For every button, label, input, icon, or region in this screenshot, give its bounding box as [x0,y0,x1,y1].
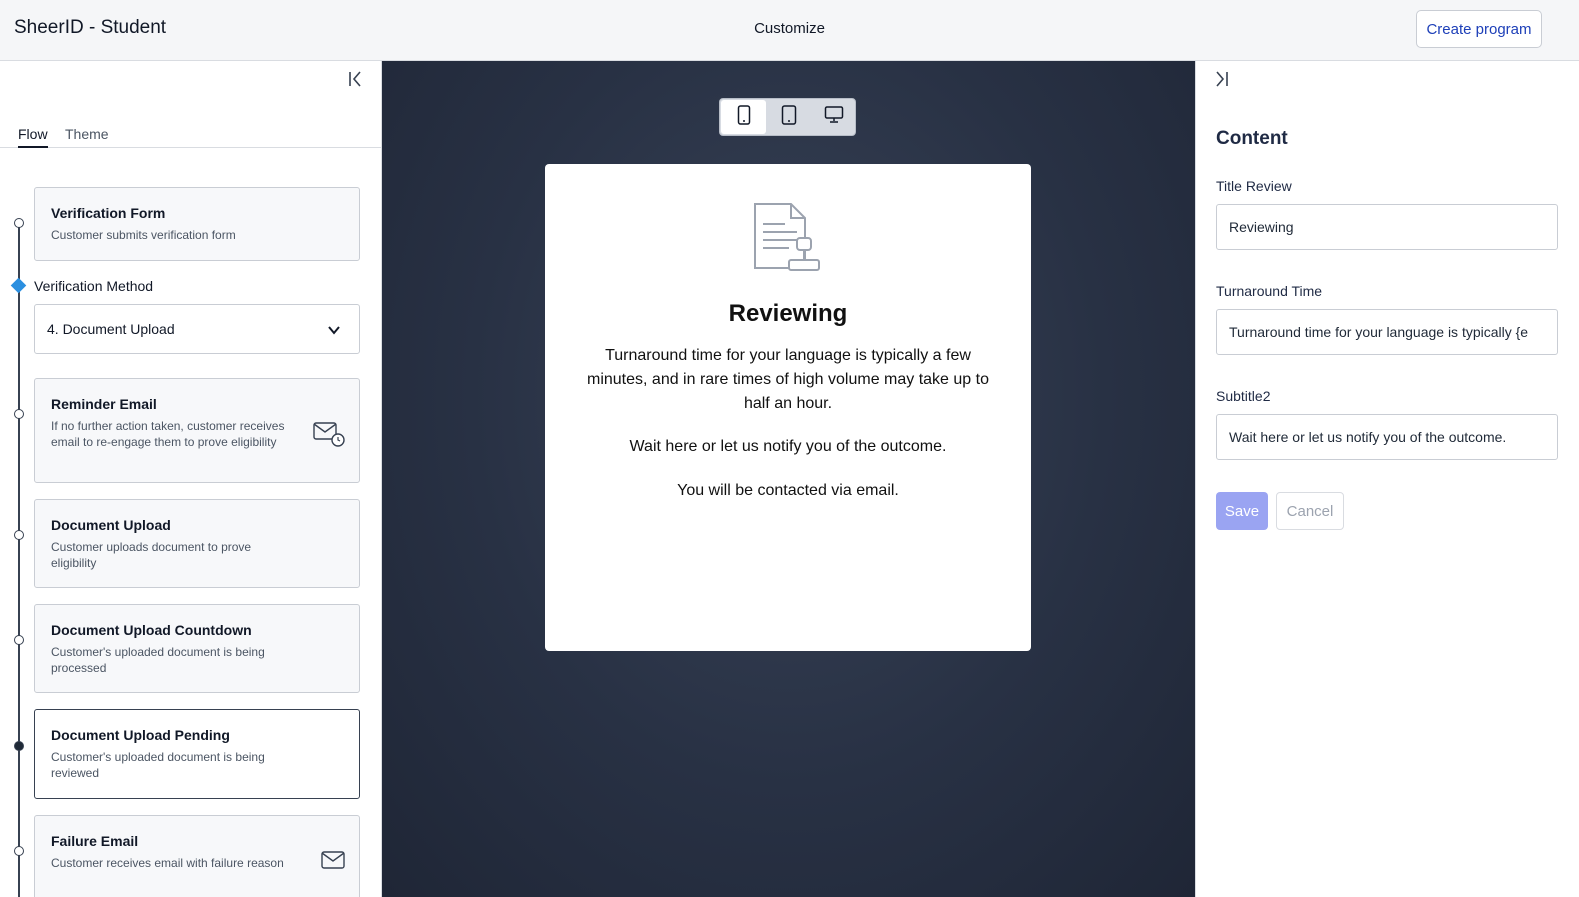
mobile-icon [737,104,751,130]
collapse-left-panel-icon[interactable] [346,69,366,89]
timeline-dot [14,846,24,856]
subtitle2-input[interactable]: Wait here or let us notify you of the ou… [1216,414,1558,460]
step-card-document-upload-pending[interactable]: Document Upload Pending Customer's uploa… [34,709,360,799]
timeline-dot [14,530,24,540]
step-description: Customer submits verification form [51,228,236,242]
step-title: Reminder Email [51,396,157,412]
step-card-failure-email[interactable]: Failure Email Customer receives email wi… [34,815,360,897]
desktop-icon [824,105,844,129]
desktop-view-button[interactable] [811,100,856,134]
device-toggle [719,98,856,136]
turnaround-time-label: Turnaround Time [1216,283,1323,299]
step-description: Customer's uploaded document is being pr… [51,645,265,675]
step-description: Customer receives email with failure rea… [51,856,284,870]
preview-subtitle: Wait here or let us notify you of the ou… [629,438,947,455]
email-clock-icon [313,421,345,452]
step-title: Document Upload Pending [51,727,230,743]
panel-tabs: Flow Theme [0,124,381,148]
timeline-dot [14,635,24,645]
tab-theme[interactable]: Theme [65,126,109,148]
timeline-dot [14,218,24,228]
mobile-view-button[interactable] [721,100,766,134]
tablet-icon [781,104,797,130]
collapse-right-panel-icon[interactable] [1212,69,1232,89]
page-mode-label: Customize [754,20,825,37]
chevron-down-icon [327,323,341,342]
top-bar: SheerID - Student Customize Create progr… [0,0,1579,61]
step-card-reminder-email[interactable]: Reminder Email If no further action take… [34,378,360,483]
step-card-document-upload-countdown[interactable]: Document Upload Countdown Customer's upl… [34,604,360,693]
step-card-verification-form[interactable]: Verification Form Customer submits verif… [34,187,360,261]
turnaround-time-input[interactable]: Turnaround time for your language is typ… [1216,309,1558,355]
preview-title: Reviewing [728,300,848,327]
subtitle2-label: Subtitle2 [1216,388,1271,404]
create-program-button[interactable]: Create program [1416,10,1542,48]
title-review-label: Title Review [1216,178,1292,194]
tablet-view-button[interactable] [766,100,811,134]
step-title: Failure Email [51,833,139,849]
preview-turnaround-text: Turnaround time for your language is typ… [587,347,989,412]
verification-method-label: Verification Method [34,278,154,294]
step-title: Document Upload [51,517,171,533]
preview-card: Reviewing Turnaround time for your langu… [545,164,1031,651]
verification-method-select[interactable]: 4. Document Upload [34,304,360,354]
timeline-dot-active [14,741,24,751]
timeline-line [18,223,20,897]
document-review-icon [753,202,823,279]
cancel-button[interactable]: Cancel [1276,492,1344,530]
step-title: Document Upload Countdown [51,622,252,638]
step-description: Customer uploads document to prove eligi… [51,540,252,570]
content-heading: Content [1216,128,1288,149]
save-button[interactable]: Save [1216,492,1268,530]
timeline-diamond [10,277,27,294]
step-description: Customer's uploaded document is being re… [51,750,265,780]
content-panel: Content Title Review Reviewing Turnaroun… [1195,61,1579,897]
preview-canvas: Reviewing Turnaround time for your langu… [382,61,1195,897]
verification-method-value: 4. Document Upload [47,321,175,337]
timeline-dot [14,409,24,419]
title-review-input[interactable]: Reviewing [1216,204,1558,250]
step-card-document-upload[interactable]: Document Upload Customer uploads documen… [34,499,360,588]
flow-panel: Flow Theme Verification Form Customer su… [0,61,382,897]
tab-flow[interactable]: Flow [18,126,48,148]
email-icon [321,851,345,874]
step-description: If no further action taken, customer rec… [51,419,285,449]
step-title: Verification Form [51,205,166,221]
preview-contact-text: You will be contacted via email. [677,482,899,499]
